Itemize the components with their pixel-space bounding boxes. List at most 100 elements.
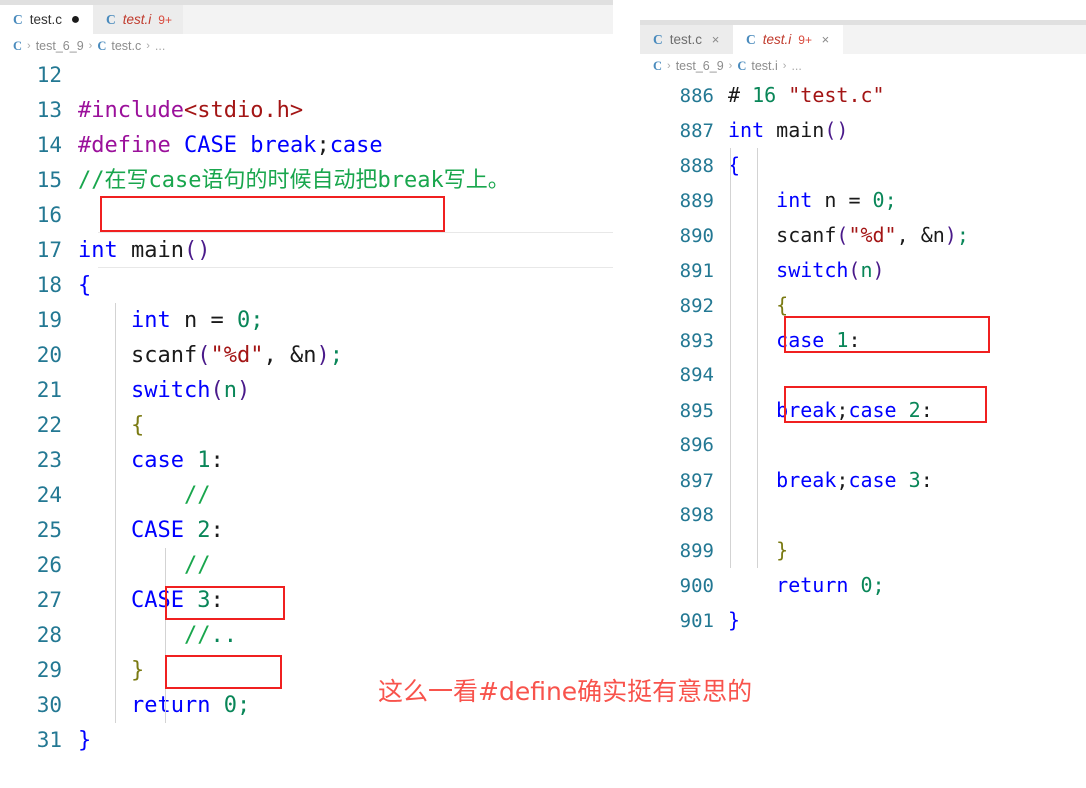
code-line[interactable]: 27 CASE 3: bbox=[0, 583, 613, 618]
code-line-text[interactable]: int main() bbox=[728, 113, 1086, 148]
code-line[interactable]: 15 //在写case语句的时候自动把break写上。 bbox=[0, 163, 613, 198]
code-line[interactable]: 892 { bbox=[640, 288, 1086, 323]
code-line-text[interactable]: } bbox=[728, 533, 1086, 568]
line-number: 900 bbox=[679, 575, 714, 597]
code-token: case bbox=[329, 133, 383, 158]
code-line[interactable]: 901} bbox=[640, 603, 1086, 638]
code-line[interactable]: 893 case 1: bbox=[640, 323, 1086, 358]
code-line[interactable]: 888 { bbox=[640, 148, 1086, 183]
code-line[interactable]: 898 bbox=[640, 498, 1086, 533]
code-line[interactable]: 894 bbox=[640, 358, 1086, 393]
code-line[interactable]: 890 scanf("%d", &n); bbox=[640, 218, 1086, 253]
breadcrumb-file[interactable]: test.i bbox=[751, 59, 777, 73]
line-number: 890 bbox=[679, 225, 714, 247]
code-line-text[interactable]: { bbox=[728, 288, 1086, 323]
tab-left-test-c[interactable]: C test.c ● bbox=[0, 5, 94, 34]
code-line-text[interactable]: int main() bbox=[78, 233, 613, 268]
code-line-text[interactable]: #include<stdio.h> bbox=[78, 93, 613, 128]
code-line[interactable]: 21 switch(n) bbox=[0, 373, 613, 408]
code-line[interactable]: 18 { bbox=[0, 268, 613, 303]
code-line-text[interactable]: break;case 2: bbox=[728, 393, 1086, 428]
code-line[interactable]: 896 bbox=[640, 428, 1086, 463]
code-line[interactable]: 886 # 16 "test.c" bbox=[640, 78, 1086, 113]
code-line[interactable]: 887 int main() bbox=[640, 113, 1086, 148]
code-line-text[interactable]: } bbox=[728, 603, 1086, 638]
code-line[interactable]: 13 #include<stdio.h> bbox=[0, 93, 613, 128]
code-editor-right[interactable]: 886 # 16 "test.c" 887 int main() 888{889 int… bbox=[640, 78, 1086, 768]
indent-guide bbox=[165, 548, 166, 723]
code-line-text[interactable]: int n = 0; bbox=[78, 303, 613, 338]
code-line-text[interactable]: { bbox=[78, 408, 613, 443]
code-line[interactable]: 25 CASE 2: bbox=[0, 513, 613, 548]
code-line[interactable]: 16 bbox=[0, 198, 613, 233]
code-line[interactable]: 900 return 0; bbox=[640, 568, 1086, 603]
code-line-text[interactable]: //.. bbox=[78, 618, 613, 653]
code-editor-left[interactable]: 12 13 #include<stdio.h> 14 #define CASE brea… bbox=[0, 58, 613, 758]
code-line-text[interactable]: # 16 "test.c" bbox=[728, 78, 1086, 113]
code-line[interactable]: 22 { bbox=[0, 408, 613, 443]
code-line[interactable]: 899 } bbox=[640, 533, 1086, 568]
breadcrumb-ellipsis[interactable]: ... bbox=[791, 59, 801, 73]
breadcrumb-separator: › bbox=[667, 60, 671, 72]
close-icon[interactable]: × bbox=[709, 33, 722, 46]
code-line-text[interactable]: CASE 3: bbox=[78, 583, 613, 618]
code-line[interactable]: 19 int n = 0; bbox=[0, 303, 613, 338]
code-line[interactable]: 12 bbox=[0, 58, 613, 93]
code-line[interactable]: 26 // bbox=[0, 548, 613, 583]
tab-left-test-i[interactable]: C test.i 9+ bbox=[93, 5, 183, 34]
code-line-text[interactable]: int n = 0; bbox=[728, 183, 1086, 218]
code-line-text[interactable]: #define CASE break;case bbox=[78, 128, 613, 163]
code-line-text[interactable]: scanf("%d", &n); bbox=[728, 218, 1086, 253]
code-line[interactable]: 889 int n = 0; bbox=[640, 183, 1086, 218]
breadcrumb-folder[interactable]: test_6_9 bbox=[676, 59, 724, 73]
code-line[interactable]: 891 switch(n) bbox=[640, 253, 1086, 288]
code-line-text[interactable]: CASE 2: bbox=[78, 513, 613, 548]
breadcrumb-root-icon[interactable]: C bbox=[653, 59, 662, 74]
line-number: 24 bbox=[36, 483, 62, 507]
code-line-text[interactable]: switch(n) bbox=[78, 373, 613, 408]
tab-right-test-c[interactable]: C test.c × bbox=[640, 25, 734, 54]
breadcrumb-folder[interactable]: test_6_9 bbox=[36, 39, 84, 53]
breadcrumb-root-icon[interactable]: C bbox=[13, 39, 22, 54]
code-token: 1 bbox=[197, 448, 211, 473]
code-line[interactable]: 897 break;case 3: bbox=[640, 463, 1086, 498]
code-line-text[interactable]: case 1: bbox=[78, 443, 613, 478]
code-line-text[interactable]: switch(n) bbox=[728, 253, 1086, 288]
code-token: CASE bbox=[130, 518, 184, 543]
code-token: } bbox=[78, 728, 92, 753]
breadcrumb-separator: › bbox=[27, 40, 31, 52]
code-line[interactable]: 31} bbox=[0, 723, 613, 758]
breadcrumb-ellipsis[interactable]: ... bbox=[155, 39, 165, 53]
code-line-text[interactable]: case 1: bbox=[728, 323, 1086, 358]
code-token: &n bbox=[920, 223, 945, 247]
code-line-text[interactable]: scanf("%d", &n); bbox=[78, 338, 613, 373]
code-line-text[interactable]: } bbox=[78, 723, 613, 758]
code-line-text[interactable]: // bbox=[78, 548, 613, 583]
code-line[interactable]: 24 // bbox=[0, 478, 613, 513]
c-language-icon: C bbox=[97, 38, 107, 53]
code-line[interactable]: 895 break;case 2: bbox=[640, 393, 1086, 428]
code-line-text[interactable]: return 0; bbox=[728, 568, 1086, 603]
close-icon[interactable]: × bbox=[819, 33, 832, 46]
code-line[interactable]: 14 #define CASE break;case bbox=[0, 128, 613, 163]
modified-dot-icon[interactable]: ● bbox=[69, 11, 82, 28]
code-line[interactable]: 28 //.. bbox=[0, 618, 613, 653]
breadcrumb-file[interactable]: test.c bbox=[111, 39, 141, 53]
code-token: ; bbox=[236, 693, 251, 718]
code-line-text[interactable]: // bbox=[78, 478, 613, 513]
screenshot-root: C test.c ● C test.i 9+ C › test_6_9 › C … bbox=[0, 0, 1086, 788]
code-line-text[interactable]: //在写case语句的时候自动把break写上。 bbox=[78, 163, 613, 198]
code-line-text[interactable]: { bbox=[728, 148, 1086, 183]
code-token: () bbox=[824, 118, 849, 142]
code-line-text[interactable]: break;case 3: bbox=[728, 463, 1086, 498]
code-line-text[interactable]: { bbox=[78, 268, 613, 303]
code-line[interactable]: 17 int main() bbox=[0, 233, 613, 268]
code-line[interactable]: 23 case 1: bbox=[0, 443, 613, 478]
tab-right-test-i[interactable]: C test.i 9+ × bbox=[733, 25, 843, 54]
code-line[interactable]: 20 scanf("%d", &n); bbox=[0, 338, 613, 373]
